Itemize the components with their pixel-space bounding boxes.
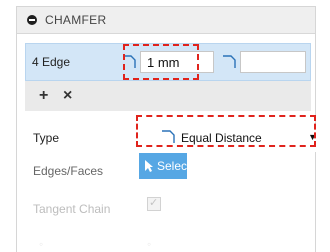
chamfer-type-icon xyxy=(162,130,175,143)
type-value: Equal Distance xyxy=(181,131,262,145)
faint-row-icon: ◦ xyxy=(39,237,44,251)
panel-header[interactable]: CHAMFER xyxy=(17,7,315,34)
edges-faces-label: Edges/Faces xyxy=(33,164,104,178)
faint-row-icon-2: ◦ xyxy=(147,237,152,251)
panel-title: CHAMFER xyxy=(45,13,107,27)
selection-row[interactable]: 4 Edge xyxy=(25,43,311,81)
select-button-label: Select xyxy=(157,159,191,173)
add-selection-button[interactable]: + xyxy=(39,88,48,104)
second-value-input[interactable] xyxy=(240,51,306,73)
remove-selection-button[interactable]: × xyxy=(63,88,72,104)
type-dropdown[interactable]: Equal Distance ▼ xyxy=(155,124,327,152)
collapse-icon[interactable] xyxy=(27,15,37,25)
type-label: Type xyxy=(33,131,60,145)
cursor-arrow-icon xyxy=(145,160,153,172)
tangent-chain-checkbox[interactable]: ✓ xyxy=(147,197,161,211)
chamfer-panel: CHAMFER 4 Edge + × Type Equal Distance ▼… xyxy=(16,6,327,252)
distance-input[interactable] xyxy=(140,51,214,73)
selection-box: 4 Edge + × xyxy=(25,43,311,111)
chamfer-distance-icon xyxy=(123,55,136,68)
tangent-chain-label: Tangent Chain xyxy=(33,202,111,216)
checkmark-icon: ✓ xyxy=(149,197,159,209)
selection-count-label: 4 Edge xyxy=(32,55,71,69)
chevron-down-icon: ▼ xyxy=(308,132,317,142)
select-button[interactable]: Select xyxy=(139,153,191,179)
chamfer-angle-icon xyxy=(223,55,236,68)
